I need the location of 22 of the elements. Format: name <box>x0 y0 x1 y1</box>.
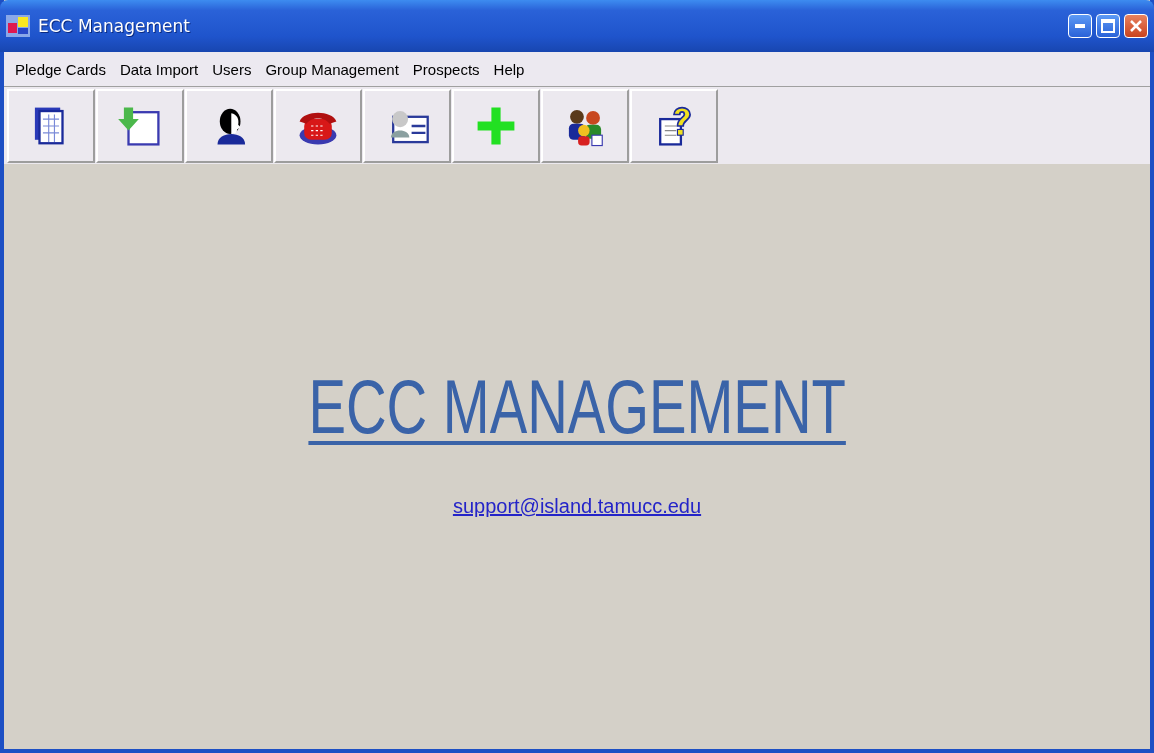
toolbar-button[interactable] <box>630 89 718 163</box>
menu-item[interactable]: Group Management <box>258 60 406 78</box>
minimize-button[interactable] <box>1068 14 1092 38</box>
menu-item[interactable]: Help <box>486 60 532 78</box>
toolbar-button[interactable] <box>541 89 629 163</box>
app-heading: ECC MANAGEMENT <box>308 369 846 445</box>
menu-item[interactable]: Pledge Cards <box>8 60 113 78</box>
menu-item[interactable]: Prospects <box>405 60 487 78</box>
maximize-button[interactable] <box>1096 14 1120 38</box>
menu-item[interactable]: Data Import <box>112 60 206 78</box>
toolbar-button[interactable] <box>185 89 273 163</box>
minimize-icon <box>1075 24 1085 28</box>
close-button[interactable] <box>1124 14 1148 38</box>
toolbar-button[interactable] <box>7 89 95 163</box>
toolbar-button[interactable] <box>274 89 362 163</box>
app-icon <box>6 15 30 37</box>
close-icon <box>1129 19 1143 33</box>
maximize-icon <box>1101 19 1115 33</box>
toolbar-button[interactable] <box>363 89 451 163</box>
menu-item[interactable]: Users <box>205 60 259 78</box>
window-title: ECC Management <box>38 16 191 36</box>
support-email-link[interactable]: support@island.tamucc.edu <box>452 495 702 518</box>
